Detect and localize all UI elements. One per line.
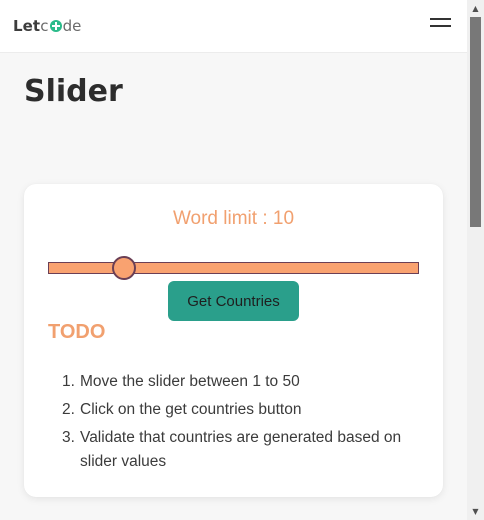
plus-circle-icon — [49, 20, 62, 32]
brand-text-de: de — [62, 17, 82, 35]
vertical-scrollbar[interactable]: ▲ ▼ — [467, 0, 484, 520]
list-item: 1. Move the slider between 1 to 50 — [62, 370, 424, 394]
triangle-down-icon[interactable]: ▼ — [467, 503, 484, 520]
page-viewport: Let c de Slider Word limit : 10 Get Coun… — [0, 0, 467, 520]
todo-title: TODO — [48, 321, 106, 343]
navbar: Let c de — [0, 0, 467, 53]
get-countries-button[interactable]: Get Countries — [168, 281, 299, 321]
list-item-text: Validate that countries are generated ba… — [80, 429, 402, 470]
todo-list: 1. Move the slider between 1 to 50 2. Cl… — [62, 370, 424, 478]
page-title: Slider — [24, 74, 123, 109]
word-limit-label: Word limit : 10 — [172, 208, 295, 229]
list-item: 3. Validate that countries are generated… — [62, 426, 424, 474]
brand-logo[interactable]: Let c de — [13, 16, 82, 36]
list-item-text: Move the slider between 1 to 50 — [80, 373, 300, 390]
hamburger-menu-icon[interactable] — [430, 16, 451, 28]
list-item-number: 2. — [62, 401, 75, 418]
list-item-text: Click on the get countries button — [80, 401, 302, 418]
slider-card: Word limit : 10 Get Countries TODO 1. Mo… — [24, 184, 443, 497]
slider-track[interactable] — [48, 262, 419, 274]
list-item: 2. Click on the get countries button — [62, 398, 424, 422]
slider-thumb[interactable] — [112, 256, 136, 280]
triangle-up-icon[interactable]: ▲ — [467, 0, 484, 17]
list-item-number: 3. — [62, 429, 75, 446]
scrollbar-thumb[interactable] — [470, 17, 481, 227]
brand-text-let: Let — [13, 17, 41, 35]
list-item-number: 1. — [62, 373, 75, 390]
